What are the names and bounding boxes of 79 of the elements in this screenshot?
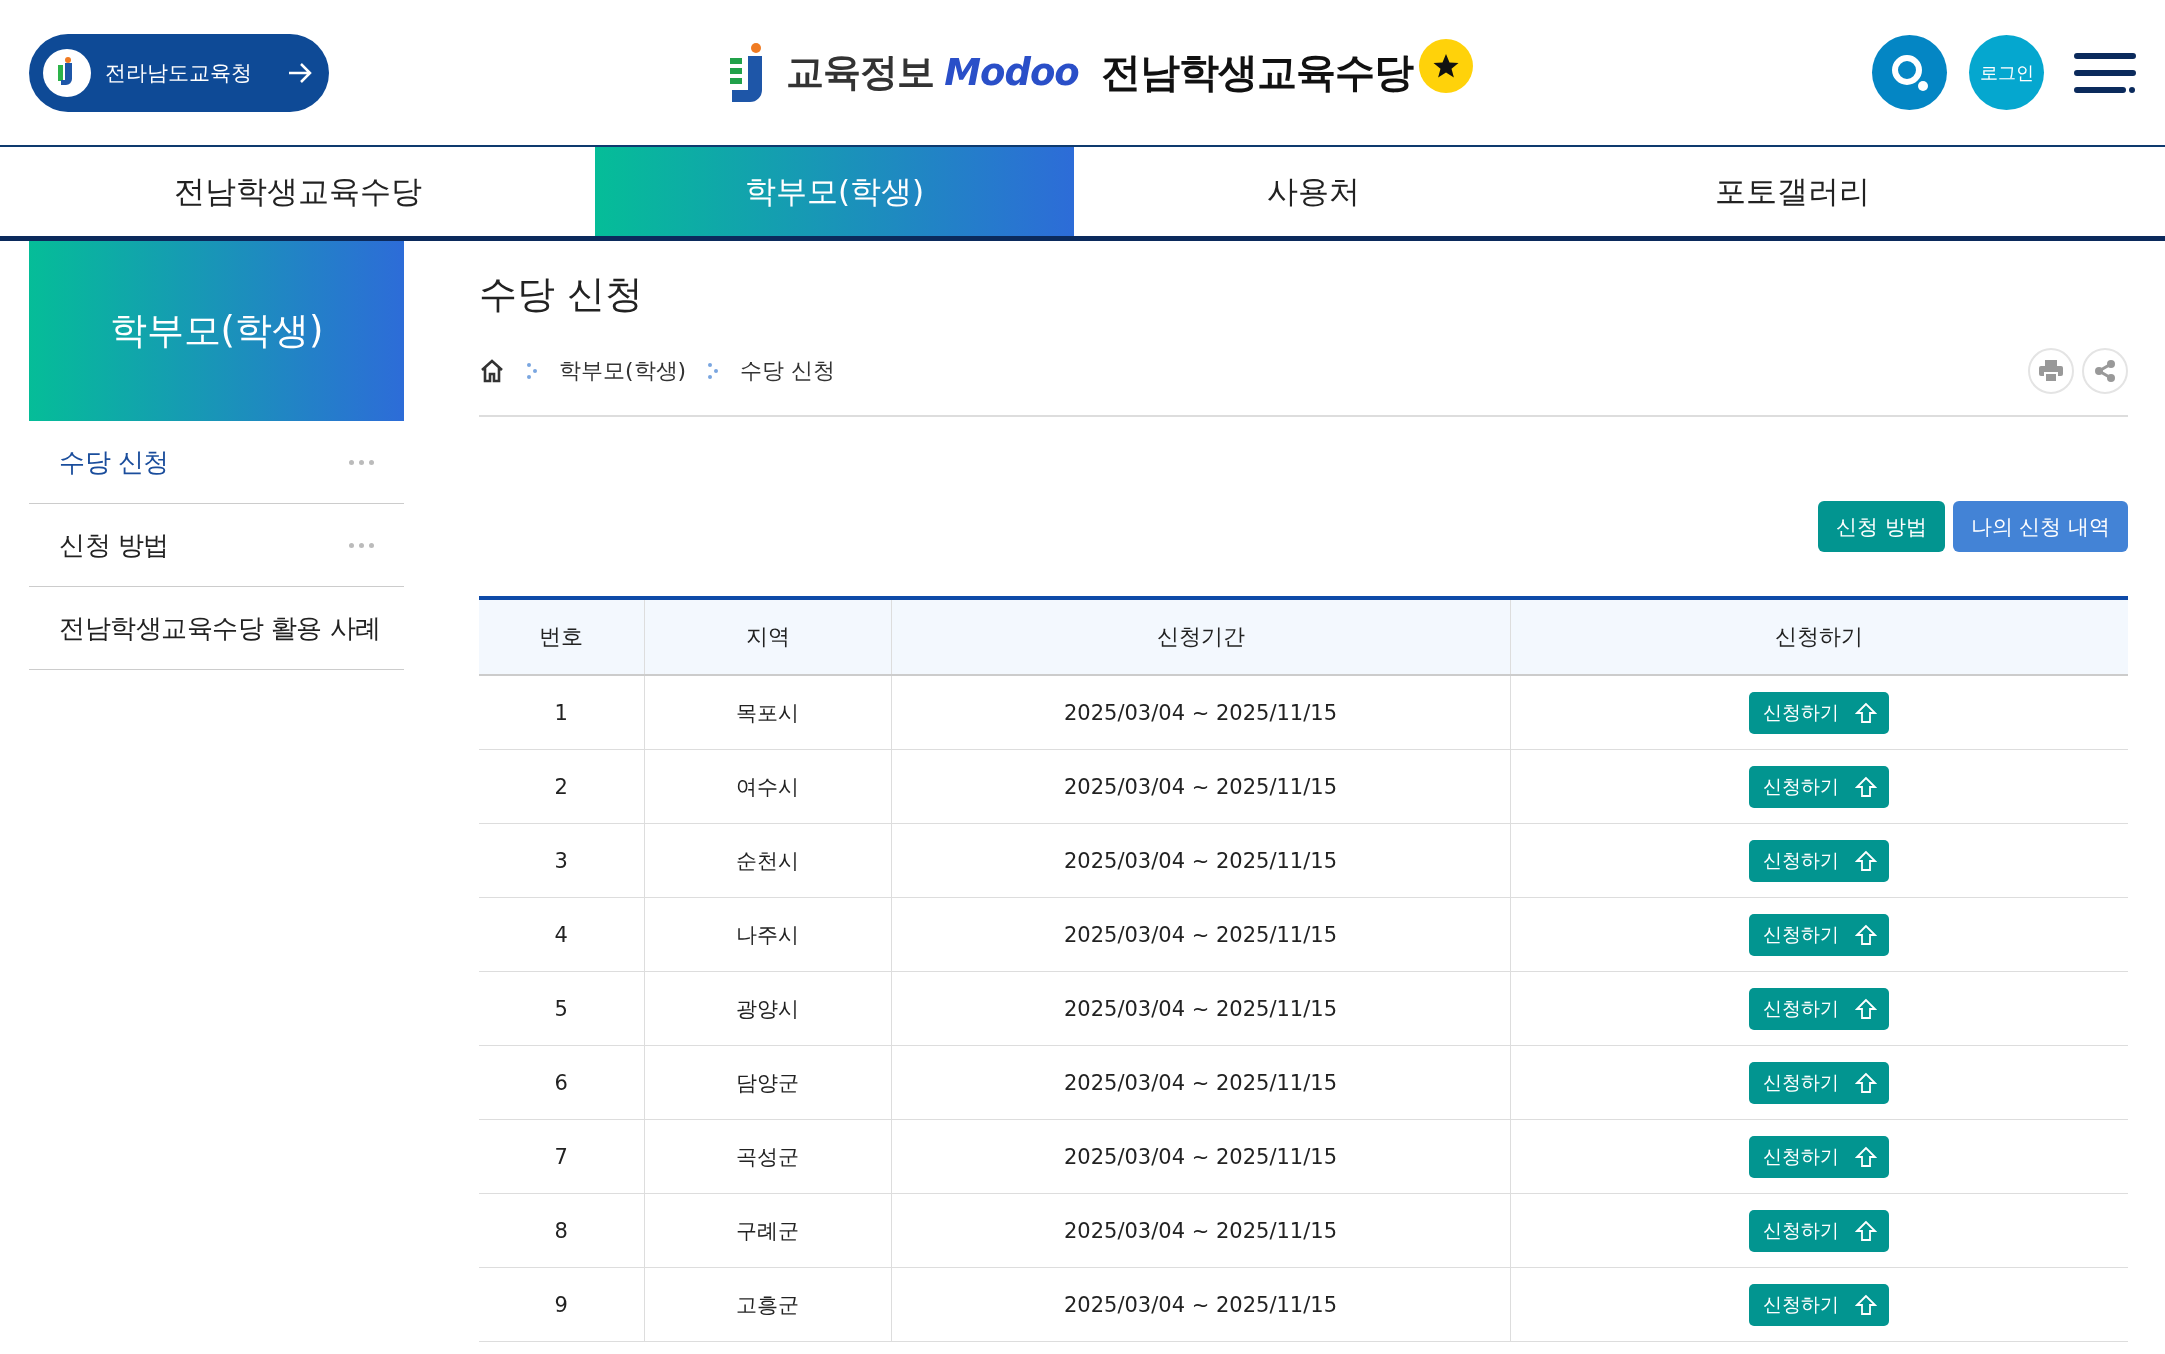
table-cell: 2025/03/04 ~ 2025/11/15 (891, 749, 1510, 824)
up-arrow-icon (1855, 849, 1878, 872)
page-title: 수당 신청 (479, 271, 645, 318)
table-cell: 고흥군 (644, 1267, 891, 1342)
up-arrow-icon (1855, 701, 1878, 724)
table-cell: 목포시 (644, 675, 891, 750)
table-cell: 2025/03/04 ~ 2025/11/15 (891, 823, 1510, 898)
table-cell: 9 (479, 1267, 644, 1342)
table-cell: 7 (479, 1119, 644, 1194)
table-cell: 2025/03/04 ~ 2025/11/15 (891, 1193, 1510, 1268)
sidebar-item[interactable]: 전남학생교육수당 활용 사례 (29, 587, 404, 670)
sidebar-item[interactable]: 신청 방법 (29, 504, 404, 587)
table-cell: 6 (479, 1045, 644, 1120)
logo-text: 교육정보 (786, 49, 935, 96)
apply-button[interactable]: 신청하기 (1749, 691, 1890, 734)
apply-button[interactable]: 신청하기 (1749, 1283, 1890, 1326)
apply-button[interactable]: 신청하기 (1749, 1209, 1890, 1252)
table-cell: 8 (479, 1193, 644, 1268)
table-cell: 담양군 (644, 1045, 891, 1120)
sidebar-item[interactable]: 수당 신청 (29, 421, 404, 504)
table-cell: 구례군 (644, 1193, 891, 1268)
arrow-right-icon (287, 61, 313, 84)
table-cell: 2025/03/04 ~ 2025/11/15 (891, 1119, 1510, 1194)
up-arrow-icon (1855, 1071, 1878, 1094)
table-cell: 곡성군 (644, 1119, 891, 1194)
dots-separator-icon (527, 363, 537, 379)
logo-brand: Modoo (944, 51, 1079, 94)
nav-tab[interactable]: 포토갤러리 (1553, 147, 2032, 236)
more-icon (349, 459, 374, 465)
table-cell: 2025/03/04 ~ 2025/11/15 (891, 1267, 1510, 1342)
dots-separator-icon (708, 363, 719, 379)
nav-tab[interactable]: 전남학생교육수당 (0, 147, 595, 236)
table-cell: 2025/03/04 ~ 2025/11/15 (891, 1045, 1510, 1120)
table-cell: 1 (479, 675, 644, 750)
office-logo-icon (43, 48, 91, 97)
table-cell: 3 (479, 823, 644, 898)
more-icon (349, 542, 374, 548)
up-arrow-icon (1855, 923, 1878, 946)
home-icon[interactable] (479, 359, 505, 383)
how-to-apply-button[interactable]: 신청 방법 (1817, 501, 1945, 552)
share-icon (2093, 359, 2117, 383)
nav-tab[interactable]: 학부모(학생) (595, 147, 1074, 236)
site-title: 전남학생교육수당 (1100, 48, 1413, 97)
table-cell: 5 (479, 971, 644, 1046)
apply-button[interactable]: 신청하기 (1749, 839, 1890, 882)
nav-tab[interactable]: 사용처 (1074, 147, 1553, 236)
apply-button[interactable]: 신청하기 (1749, 913, 1890, 956)
up-arrow-icon (1855, 997, 1878, 1020)
breadcrumb-link[interactable]: 학부모(학생) (559, 356, 687, 386)
table-cell: 4 (479, 897, 644, 972)
table-cell: 2 (479, 749, 644, 824)
column-header: 번호 (479, 598, 644, 675)
login-button[interactable]: 로그인 (1969, 35, 2044, 110)
menu-icon[interactable] (2074, 52, 2136, 93)
up-arrow-icon (1855, 1145, 1878, 1168)
table-cell: 2025/03/04 ~ 2025/11/15 (891, 897, 1510, 972)
breadcrumb-link[interactable]: 수당 신청 (740, 356, 836, 386)
my-applications-button[interactable]: 나의 신청 내역 (1952, 501, 2128, 552)
up-arrow-icon (1855, 1219, 1878, 1242)
share-button[interactable] (2082, 348, 2128, 394)
education-office-link[interactable]: 전라남도교육청 (29, 33, 329, 112)
print-button[interactable] (2028, 348, 2074, 394)
apply-button[interactable]: 신청하기 (1749, 1135, 1890, 1178)
apply-button[interactable]: 신청하기 (1749, 765, 1890, 808)
sidebar-title: 학부모(학생) (29, 241, 404, 421)
table-cell: 여수시 (644, 749, 891, 824)
column-header: 지역 (644, 598, 891, 675)
table-cell: 순천시 (644, 823, 891, 898)
apply-button[interactable]: 신청하기 (1749, 1061, 1890, 1104)
table-cell: 2025/03/04 ~ 2025/11/15 (891, 971, 1510, 1046)
table-cell: 나주시 (644, 897, 891, 972)
print-icon (2039, 360, 2063, 382)
up-arrow-icon (1855, 1293, 1878, 1316)
apply-button[interactable]: 신청하기 (1749, 987, 1890, 1030)
column-header: 신청기간 (891, 598, 1510, 675)
column-header: 신청하기 (1510, 598, 2128, 675)
up-arrow-icon (1855, 775, 1878, 798)
table-cell: 광양시 (644, 971, 891, 1046)
table-cell: 2025/03/04 ~ 2025/11/15 (891, 675, 1510, 750)
